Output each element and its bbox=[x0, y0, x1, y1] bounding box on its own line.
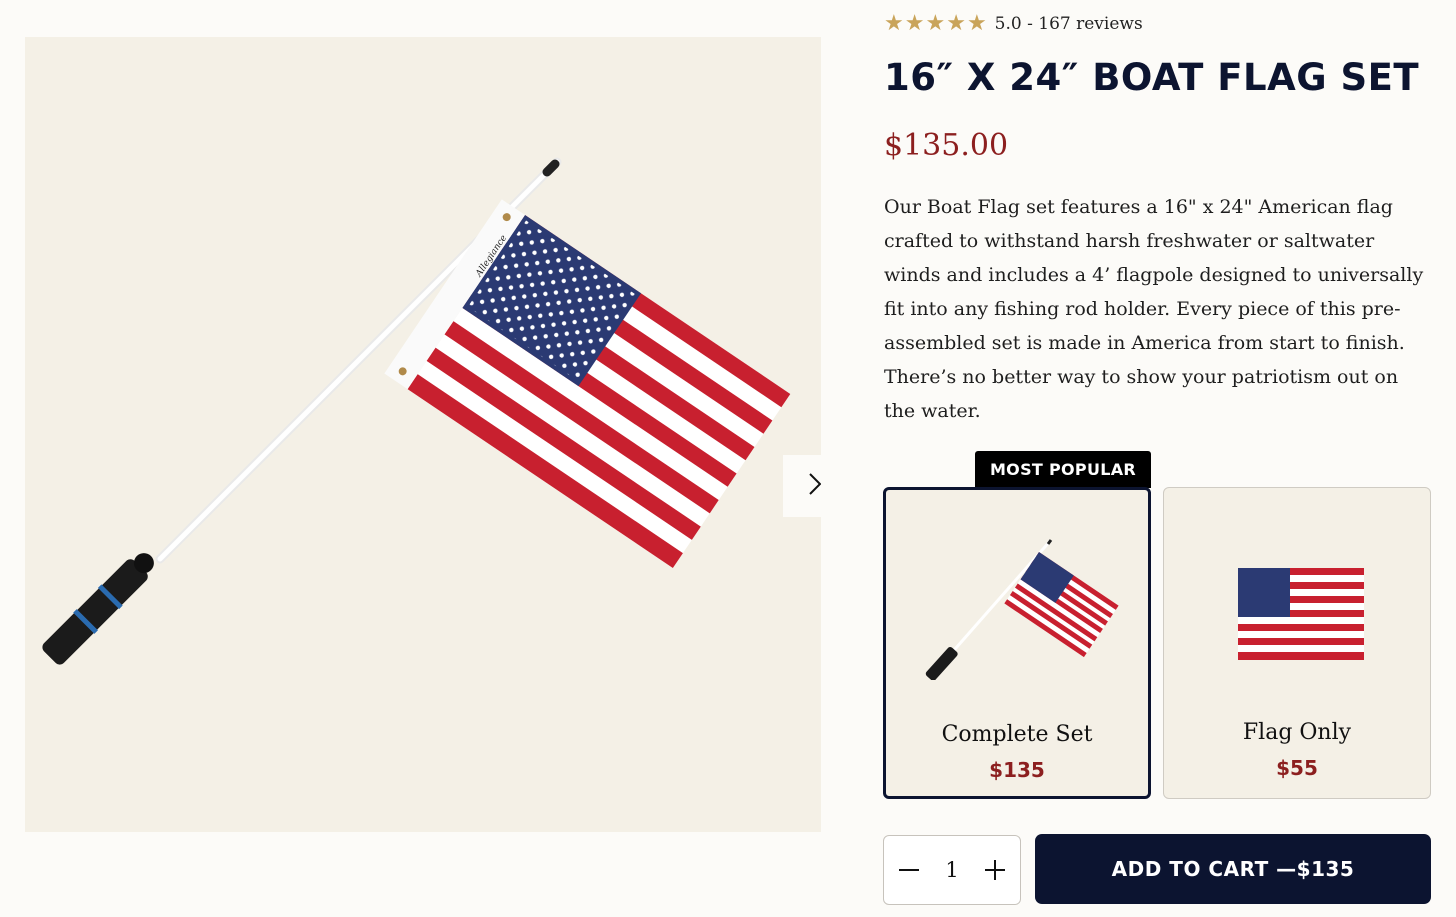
add-to-cart-button[interactable]: ADD TO CART —$135 bbox=[1035, 834, 1431, 904]
plus-icon[interactable] bbox=[982, 857, 1008, 883]
option-complete-set[interactable]: Complete Set $135 bbox=[883, 487, 1151, 799]
star-icon: ★ bbox=[946, 11, 966, 36]
quantity-value[interactable]: 1 bbox=[945, 858, 958, 882]
complete-set-thumbnail bbox=[925, 539, 1119, 680]
minus-icon[interactable] bbox=[896, 857, 922, 883]
product-image-gallery: Allegiance bbox=[25, 37, 821, 832]
option-name: Flag Only bbox=[1242, 720, 1352, 745]
flag-only-thumbnail bbox=[1238, 568, 1364, 660]
option-flag-only[interactable]: Flag Only $55 bbox=[1163, 487, 1431, 799]
boat-flag-set-image: Allegiance bbox=[42, 157, 791, 665]
most-popular-badge: MOST POPULAR bbox=[975, 451, 1151, 488]
rating-text[interactable]: 5.0 - 167 reviews bbox=[995, 14, 1143, 34]
star-icon: ★ bbox=[904, 11, 925, 36]
gallery-next-button[interactable] bbox=[783, 455, 821, 517]
option-price: $135 bbox=[989, 758, 1045, 782]
option-price: $55 bbox=[1276, 756, 1318, 780]
quantity-stepper: 1 bbox=[883, 835, 1021, 905]
rating-stars: ★ ★ ★ ★ ★ bbox=[884, 12, 987, 36]
product-description: Our Boat Flag set features a 16" x 24" A… bbox=[884, 196, 1424, 422]
chevron-right-icon bbox=[804, 470, 821, 502]
product-rating[interactable]: ★ ★ ★ ★ ★ 5.0 - 167 reviews bbox=[884, 12, 1143, 36]
product-price: $135.00 bbox=[884, 128, 1009, 163]
star-icon: ★ bbox=[884, 11, 904, 36]
option-name: Complete Set bbox=[941, 722, 1093, 747]
star-icon: ★ bbox=[966, 11, 987, 36]
star-icon: ★ bbox=[925, 11, 946, 36]
product-title: 16″ X 24″ BOAT FLAG SET bbox=[884, 56, 1420, 99]
